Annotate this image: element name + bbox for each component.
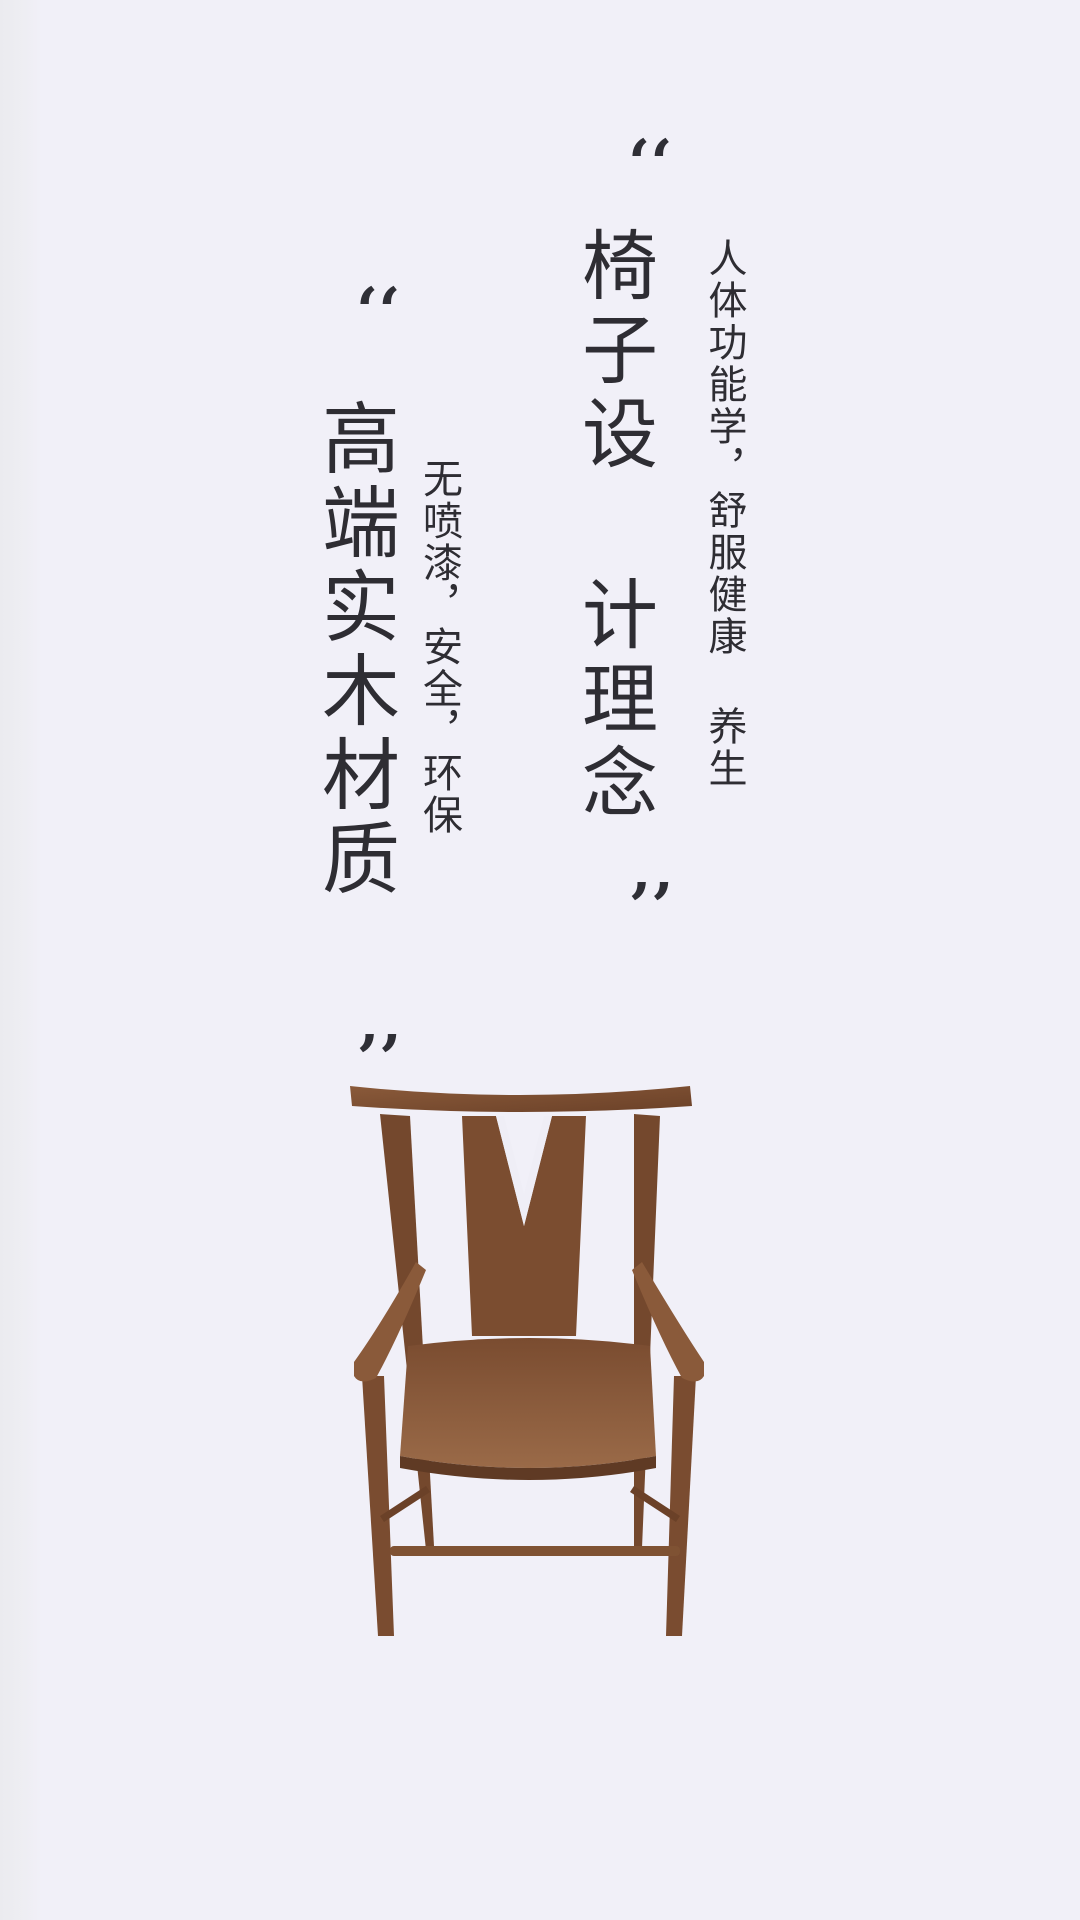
material-title: 高端实木材质 bbox=[309, 398, 399, 902]
front-leg-right bbox=[666, 1376, 696, 1636]
wooden-armchair-image bbox=[350, 1086, 704, 1636]
front-leg-left bbox=[362, 1376, 394, 1636]
chair-design-subtitle: 人体功能学，舒服健康 养生 bbox=[702, 238, 747, 790]
seat bbox=[400, 1338, 656, 1468]
open-quote-mark-2: ‘‘ bbox=[356, 274, 401, 349]
close-quote-mark-2: ‘‘ bbox=[356, 989, 401, 1064]
left-edge-shade bbox=[0, 0, 42, 1920]
front-stretcher bbox=[390, 1546, 680, 1556]
top-rail bbox=[350, 1086, 692, 1112]
material-subtitle: 无喷漆，安全，环保 bbox=[416, 458, 462, 836]
chair-design-title: 椅子设 计理念 bbox=[569, 226, 658, 827]
close-quote-mark-1: ‘‘ bbox=[628, 837, 673, 912]
back-leg-right bbox=[634, 1114, 660, 1548]
open-quote-mark-1: ‘‘ bbox=[628, 126, 673, 201]
